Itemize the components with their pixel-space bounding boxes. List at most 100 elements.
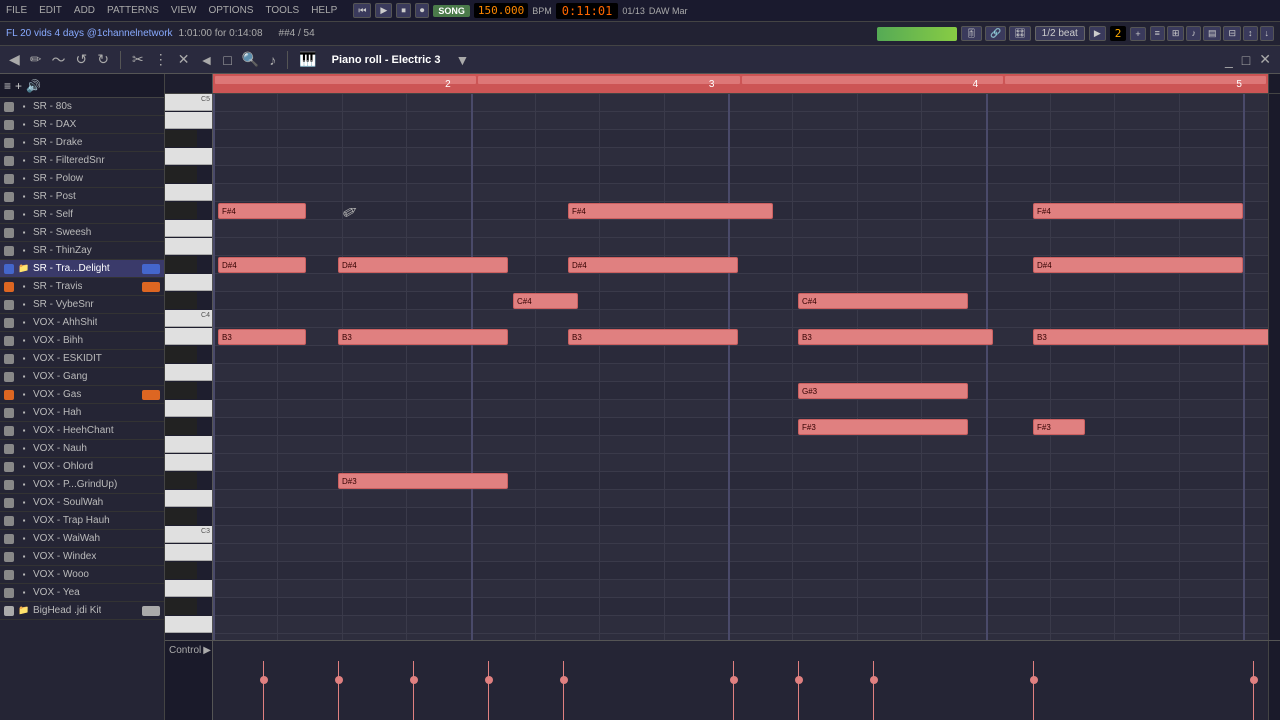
- piano-key-white[interactable]: [165, 364, 212, 381]
- song-badge[interactable]: SONG: [433, 5, 470, 17]
- piano-key-white[interactable]: [165, 544, 212, 561]
- pr-close-btn[interactable]: ✕: [1256, 51, 1274, 68]
- piano-key-white[interactable]: [165, 220, 212, 237]
- sidebar-item[interactable]: ▪SR - ThinZay: [0, 242, 164, 260]
- right-scrollbar[interactable]: [1268, 74, 1280, 93]
- tempo-display[interactable]: 150.000: [474, 3, 528, 18]
- pr-chevron-btn[interactable]: ▼: [452, 52, 472, 68]
- piano-key-black[interactable]: [165, 346, 197, 363]
- right-scrollbar-main[interactable]: [1268, 94, 1280, 640]
- right-scrollbar-control[interactable]: [1268, 641, 1280, 720]
- piano-key-black[interactable]: [165, 598, 197, 615]
- menu-items[interactable]: FILE EDIT ADD PATTERNS VIEW OPTIONS TOOL…: [4, 5, 339, 16]
- tool7-btn[interactable]: ↓: [1260, 26, 1275, 41]
- sidebar-item[interactable]: ▪SR - Drake: [0, 134, 164, 152]
- note-bar[interactable]: C#4: [798, 293, 968, 309]
- menu-view[interactable]: VIEW: [169, 5, 199, 16]
- piano-key-white[interactable]: [165, 580, 212, 597]
- sidebar-item[interactable]: ▪VOX - P...GrindUp): [0, 476, 164, 494]
- piano-key-black[interactable]: [165, 508, 197, 525]
- piano-key-white[interactable]: [165, 328, 212, 345]
- sidebar-item[interactable]: ▪VOX - SoulWah: [0, 494, 164, 512]
- sidebar-item[interactable]: 📁SR - Tra...Delight: [0, 260, 164, 278]
- eq-btn[interactable]: 🎛: [1009, 26, 1030, 41]
- piano-key-white[interactable]: [165, 400, 212, 417]
- piano-key-white[interactable]: [165, 490, 212, 507]
- sidebar-item[interactable]: ▪VOX - Gang: [0, 368, 164, 386]
- sidebar-item[interactable]: ▪SR - Self: [0, 206, 164, 224]
- piano-key-black[interactable]: [165, 418, 197, 435]
- rewind-btn[interactable]: ⏮: [353, 3, 371, 18]
- note-bar[interactable]: F#4: [568, 203, 773, 219]
- piano-key-white[interactable]: [165, 184, 212, 201]
- timeline-marks[interactable]: 2345: [213, 74, 1268, 93]
- sidebar-item[interactable]: ▪VOX - AhhShit: [0, 314, 164, 332]
- piano-key-black[interactable]: [165, 256, 197, 273]
- sidebar-item[interactable]: ▪VOX - Yea: [0, 584, 164, 602]
- sidebar-item[interactable]: ▪SR - Travis: [0, 278, 164, 296]
- piano-key-white[interactable]: [165, 112, 212, 129]
- volume-slider[interactable]: [877, 27, 957, 41]
- note-grid[interactable]: F#4F#4F#4D#4D#4D#4D#4C#4C#4B3B3B3B3B3G#3…: [213, 94, 1268, 640]
- sidebar-item[interactable]: ▪SR - Post: [0, 188, 164, 206]
- control-grid[interactable]: [213, 641, 1268, 720]
- beat-number[interactable]: 2: [1110, 26, 1127, 41]
- piano-key-white[interactable]: [165, 148, 212, 165]
- tool3-btn[interactable]: ♪: [1186, 26, 1201, 41]
- piano-key-black[interactable]: [165, 202, 197, 219]
- sidebar-item[interactable]: ▪SR - FilteredSnr: [0, 152, 164, 170]
- piano-key-white[interactable]: [165, 436, 212, 453]
- menu-tools[interactable]: TOOLS: [263, 5, 301, 16]
- piano-key-black[interactable]: [165, 562, 197, 579]
- pr-pencil-btn[interactable]: ✏: [27, 51, 45, 68]
- pr-redo-btn[interactable]: ↻: [94, 51, 112, 68]
- note-bar[interactable]: D#4: [218, 257, 306, 273]
- pr-wave-btn[interactable]: 〜: [49, 50, 69, 70]
- pr-zoom-btn[interactable]: 🔍: [239, 51, 262, 68]
- sidebar-item[interactable]: ▪VOX - ESKIDIT: [0, 350, 164, 368]
- menu-file[interactable]: FILE: [4, 5, 29, 16]
- piano-key-black[interactable]: [165, 472, 197, 489]
- beat-label[interactable]: 1/2 beat: [1035, 26, 1085, 41]
- tool4-btn[interactable]: ▤: [1203, 26, 1222, 41]
- menu-edit[interactable]: EDIT: [37, 5, 64, 16]
- sidebar-add-btn[interactable]: +: [15, 79, 22, 93]
- tool5-btn[interactable]: ⊟: [1223, 26, 1241, 41]
- pr-tool4-btn[interactable]: ◄: [196, 52, 216, 68]
- pr-undo-btn[interactable]: ↺: [73, 51, 91, 68]
- piano-key-white[interactable]: [165, 274, 212, 291]
- pr-tool5-btn[interactable]: □: [220, 52, 234, 68]
- sidebar-item[interactable]: ▪VOX - Trap Hauh: [0, 512, 164, 530]
- note-bar[interactable]: B3: [798, 329, 993, 345]
- piano-key-black[interactable]: [165, 130, 197, 147]
- piano-key-white[interactable]: [165, 616, 212, 633]
- piano-key-white[interactable]: [165, 238, 212, 255]
- pr-maximize-btn[interactable]: □: [1239, 51, 1253, 68]
- piano-key-white[interactable]: [165, 454, 212, 471]
- note-bar[interactable]: B3: [338, 329, 508, 345]
- note-bar[interactable]: F#3: [1033, 419, 1085, 435]
- pr-tool3-btn[interactable]: ✕: [175, 51, 193, 68]
- sidebar-item[interactable]: ▪SR - DAX: [0, 116, 164, 134]
- sidebar-item[interactable]: ▪VOX - Windex: [0, 548, 164, 566]
- sidebar-item[interactable]: ▪VOX - Bihh: [0, 332, 164, 350]
- note-bar[interactable]: F#3: [798, 419, 968, 435]
- sidebar-collapse-btn[interactable]: ≡: [4, 79, 11, 93]
- mixer-btn[interactable]: 🎚: [961, 26, 982, 41]
- pr-speaker-btn[interactable]: ♪: [266, 52, 279, 68]
- sidebar-item[interactable]: ▪SR - 80s: [0, 98, 164, 116]
- play-btn[interactable]: ▶: [375, 3, 392, 18]
- control-arrow[interactable]: ▶: [203, 645, 211, 656]
- sidebar-item[interactable]: ▪VOX - HeehChant: [0, 422, 164, 440]
- note-bar[interactable]: B3: [218, 329, 306, 345]
- note-bar[interactable]: C#4: [513, 293, 578, 309]
- note-bar[interactable]: D#4: [568, 257, 738, 273]
- pr-tool1-btn[interactable]: ✂: [129, 51, 147, 68]
- tool1-btn[interactable]: ≡: [1150, 26, 1165, 41]
- tool2-btn[interactable]: ⊞: [1167, 26, 1185, 41]
- note-bar[interactable]: F#4: [1033, 203, 1243, 219]
- note-bar[interactable]: D#4: [1033, 257, 1243, 273]
- sidebar-item[interactable]: ▪VOX - Nauh: [0, 440, 164, 458]
- beat-arrow[interactable]: ▶: [1089, 26, 1106, 41]
- sidebar-item[interactable]: ▪SR - Sweesh: [0, 224, 164, 242]
